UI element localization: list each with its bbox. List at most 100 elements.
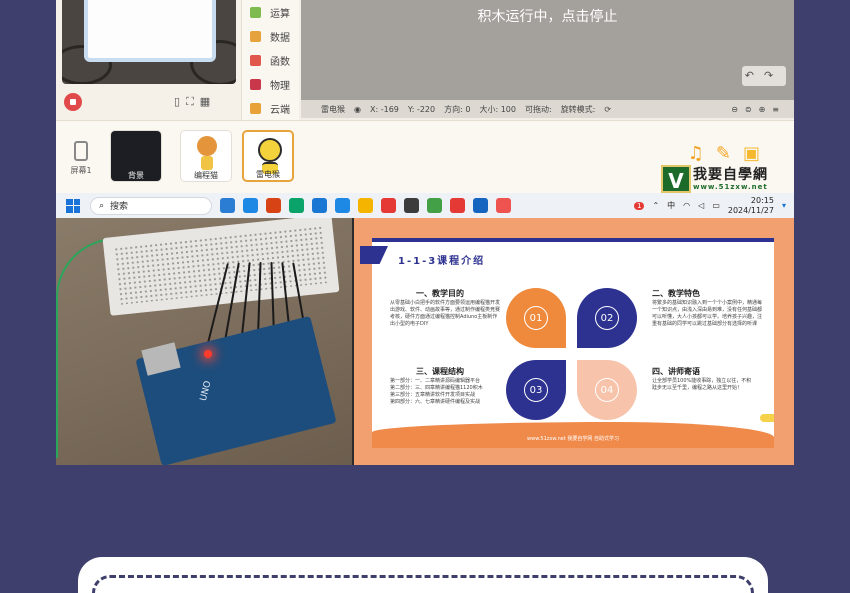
stage-monitor: [84, 0, 216, 62]
wifi-icon[interactable]: ◠: [683, 201, 690, 210]
sprite-background[interactable]: 背景: [110, 130, 162, 182]
section-body: 将繁多的基础知识融入到一个个小案例中，精通每一个知识点，由浅入深由易到难，没有任…: [652, 300, 763, 327]
direction-label: 方向:: [444, 104, 463, 114]
rotate-icon[interactable]: ⟳: [604, 105, 611, 114]
category-item[interactable]: 物理: [242, 72, 299, 96]
logo-url: www.51zxw.net: [693, 182, 768, 191]
logo-name: 我要自學網: [693, 166, 768, 183]
taskbar-app-icon[interactable]: [335, 198, 350, 213]
y-value[interactable]: -220: [417, 105, 435, 114]
size-label: 大小:: [479, 104, 499, 114]
sprite-thunder-monkey[interactable]: 雷电猴: [242, 130, 294, 182]
system-tray: 1 ⌃ 中 ◠ ◁ ▭ 20:15 2024/11/27 ▾: [634, 196, 794, 216]
petal-01: 01: [506, 288, 566, 348]
code-area[interactable]: 积木运行中，点击停止 ↶↷ 雷电猴 ◉ X: -169 Y: -220 方向: …: [301, 0, 794, 118]
taskbar-app-icon[interactable]: [266, 198, 281, 213]
zoom-out-icon[interactable]: ⊖: [731, 105, 745, 114]
clock[interactable]: 20:15 2024/11/27: [728, 196, 774, 216]
petal-02: 02: [577, 288, 637, 348]
rotation-label: 旋转模式:: [560, 104, 596, 114]
sprite-list: 屏幕1 背景 编程猫 雷电猴 ♫✎▣ V 我要自學網 www.51zxw.net: [56, 120, 794, 193]
redo-icon[interactable]: ↷: [764, 69, 783, 82]
screen-label: 屏幕1: [70, 166, 92, 175]
grid-icon[interactable]: ▦: [200, 95, 216, 108]
taskbar-app-icon[interactable]: [312, 198, 327, 213]
category-item[interactable]: 数据: [242, 24, 299, 48]
camera-feed: UNO: [56, 218, 352, 465]
taskbar-app-icon[interactable]: [427, 198, 442, 213]
taskbar-app-icon[interactable]: [358, 198, 373, 213]
data-icon: [250, 30, 261, 42]
taskbar-app-icon[interactable]: [450, 198, 465, 213]
ime-indicator[interactable]: 中: [667, 200, 675, 211]
section-body: 从零基础小白把手的软件方面要领运用编程猫开发出游戏、软件、动画故事等，通过制作编…: [390, 300, 501, 327]
function-icon: [250, 54, 261, 66]
category-label: 数据: [270, 32, 290, 44]
fullscreen-icon[interactable]: ⛶: [186, 95, 200, 108]
search-placeholder: 搜索: [110, 202, 129, 212]
x-label: X:: [369, 104, 379, 114]
category-item[interactable]: 函数: [242, 48, 299, 72]
taskbar-app-icon[interactable]: [243, 198, 258, 213]
section-body: 让全部学员100%能收事踪，独立以往，不积跬步无以至千里，编程之路从这里开始！: [652, 378, 752, 391]
category-item[interactable]: 运算: [242, 0, 299, 24]
taskbar-app-icon[interactable]: [496, 198, 511, 213]
zoom-reset-icon[interactable]: ⊜: [745, 105, 759, 114]
content-card: [78, 557, 768, 593]
menu-icon[interactable]: ≡: [772, 105, 786, 114]
codecat-icon: [197, 136, 217, 170]
search-icon: ⌕: [99, 200, 105, 211]
sprite-status-bar: 雷电猴 ◉ X: -169 Y: -220 方向: 0 大小: 100 可拖动:…: [301, 100, 794, 118]
sprite-label: 编程猫: [194, 171, 218, 180]
undo-icon[interactable]: ↶: [745, 69, 764, 82]
sprite-label: 背景: [111, 170, 161, 181]
sprite-codecat[interactable]: 编程猫: [180, 130, 232, 182]
category-label: 运算: [270, 8, 290, 20]
clock-date: 2024/11/27: [727, 205, 774, 215]
screen-icon: [74, 141, 88, 161]
course-slide: 1-1-3课程介绍 一、教学目的 从零基础小白把手的软件方面要领运用编程猫开发出…: [354, 218, 794, 465]
taskbar-app-icon[interactable]: [289, 198, 304, 213]
draggable-label: 可拖动:: [524, 104, 552, 114]
board-led: [204, 350, 212, 358]
category-label: 物理: [270, 80, 290, 92]
clock-time: 20:15: [750, 195, 774, 205]
running-message[interactable]: 积木运行中，点击停止: [301, 6, 794, 26]
bell-icon[interactable]: ▾: [782, 201, 786, 210]
slide-page: 1-1-3课程介绍 一、教学目的 从零基础小白把手的软件方面要领运用编程猫开发出…: [360, 238, 774, 448]
taskbar-app-icon[interactable]: [381, 198, 396, 213]
stage-preview: [62, 0, 236, 84]
block-categories: 运算数据函数物理云端: [241, 0, 299, 120]
taskbar-search[interactable]: ⌕ 搜索: [90, 196, 212, 215]
zoom-in-icon[interactable]: ⊕: [759, 105, 773, 114]
volume-icon[interactable]: ◁: [698, 201, 704, 210]
battery-icon[interactable]: ▭: [712, 201, 720, 210]
calc-icon: [250, 6, 261, 18]
petal-03: 03: [506, 360, 566, 420]
y-label: Y:: [407, 104, 415, 114]
taskbar-app-icon[interactable]: [473, 198, 488, 213]
x-value[interactable]: -169: [381, 105, 399, 114]
eye-icon[interactable]: ◉: [354, 105, 361, 114]
code-editor-window: ▯⛶▦ 运算数据函数物理云端 积木运行中，点击停止 ↶↷ 雷电猴 ◉ X: -1…: [56, 0, 794, 193]
undo-redo: ↶↷: [742, 66, 786, 86]
stop-button[interactable]: [64, 93, 82, 111]
taskbar-app-icon[interactable]: [404, 198, 419, 213]
dashed-frame: [92, 575, 754, 593]
notification-badge[interactable]: 1: [634, 201, 645, 210]
start-icon[interactable]: [66, 198, 80, 213]
folder-add-icon[interactable]: ▣: [743, 143, 772, 164]
chevron-up-icon[interactable]: ⌃: [652, 201, 659, 210]
zoom-controls: ⊖⊜⊕≡: [731, 105, 794, 114]
magnet-icon: [250, 78, 261, 90]
music-icon[interactable]: ♫: [688, 143, 716, 164]
phone-icon[interactable]: ▯: [174, 95, 186, 108]
size-value[interactable]: 100: [501, 105, 516, 114]
section-heading: 二、教学特色: [652, 289, 700, 298]
category-item[interactable]: 云端: [242, 96, 299, 120]
petal-04: 04: [577, 360, 637, 420]
pencil-icon[interactable]: ✎: [716, 143, 743, 164]
taskbar-app-icon[interactable]: [220, 198, 235, 213]
screen-selector[interactable]: 屏幕1: [66, 141, 96, 176]
direction-value[interactable]: 0: [465, 105, 470, 114]
